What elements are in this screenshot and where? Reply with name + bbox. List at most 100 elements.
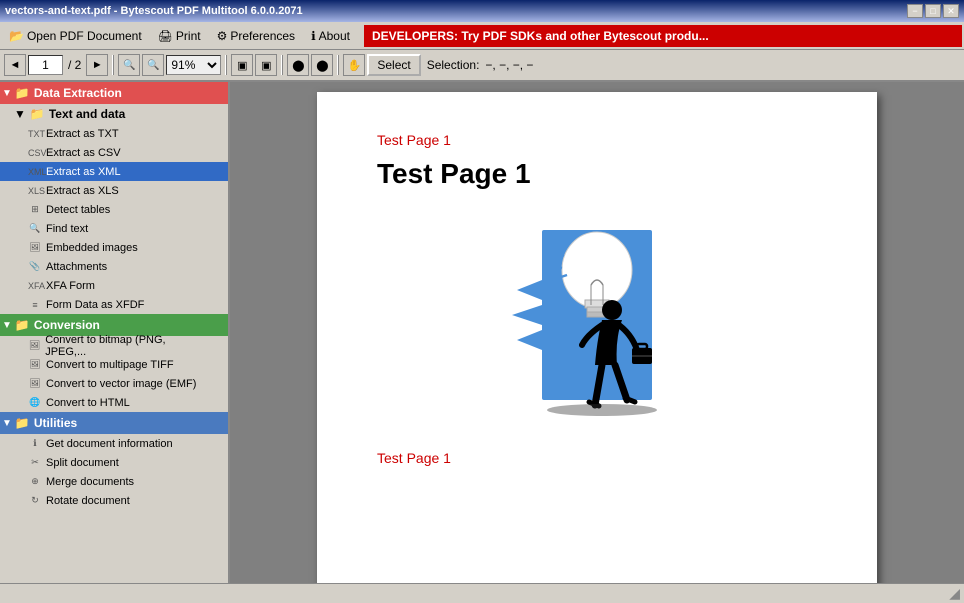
text-and-data-label: Text and data — [49, 107, 125, 121]
attachment-icon: 📎 — [28, 261, 42, 272]
select-button[interactable]: Select — [367, 54, 420, 76]
separator-2 — [225, 55, 227, 75]
separator-4 — [337, 55, 339, 75]
expand-icon-conv: ▼ — [2, 320, 12, 331]
html-icon: 🌐 — [28, 397, 42, 408]
folder-icon-text: 📁 — [30, 107, 45, 121]
txt-icon: TXT — [28, 129, 42, 139]
attachments-label: Attachments — [46, 261, 107, 273]
main-content: ▼ 📁 Data Extraction ▼ 📁 Text and data TX… — [0, 82, 964, 583]
sidebar-item-form-data[interactable]: ≡ Form Data as XFDF — [0, 295, 228, 314]
tiff-icon: 🖼 — [28, 359, 42, 370]
sidebar-item-extract-xml[interactable]: XML Extract as XML — [0, 162, 228, 181]
about-label: About — [319, 29, 350, 43]
window-controls: − □ ✕ — [907, 4, 959, 18]
sidebar-item-convert-tiff[interactable]: 🖼 Convert to multipage TIFF — [0, 355, 228, 374]
sidebar-item-extract-xls[interactable]: XLS Extract as XLS — [0, 181, 228, 200]
xml-icon: XML — [28, 167, 42, 177]
preferences-icon: ⚙ — [217, 29, 228, 43]
print-icon: 🖨 — [158, 29, 173, 43]
about-button[interactable]: ℹ About — [304, 26, 357, 46]
sidebar-item-xfa-form[interactable]: XFA XFA Form — [0, 276, 228, 295]
form-icon: ≡ — [28, 300, 42, 310]
sidebar-item-embedded-images[interactable]: 🖼 Embedded images — [0, 238, 228, 257]
preferences-label: Preferences — [230, 29, 295, 43]
pdf-text-bottom: Test Page 1 — [377, 450, 817, 466]
sidebar-item-convert-bitmap[interactable]: 🖼 Convert to bitmap (PNG, JPEG,... — [0, 336, 228, 355]
bitmap-icon: 🖼 — [28, 340, 41, 351]
double-page-button[interactable]: ▣ — [255, 54, 277, 76]
xfa-form-label: XFA Form — [46, 280, 95, 292]
menu-bar: 📂 Open PDF Document 🖨 Print ⚙ Preference… — [0, 22, 964, 50]
pdf-text-top: Test Page 1 — [377, 132, 817, 148]
data-extraction-header[interactable]: ▼ 📁 Data Extraction — [0, 82, 228, 104]
sidebar-item-find-text[interactable]: 🔍 Find text — [0, 219, 228, 238]
data-extraction-label: Data Extraction — [34, 86, 122, 100]
developer-banner: DEVELOPERS: Try PDF SDKs and other Bytes… — [364, 25, 962, 47]
sidebar-item-detect-tables[interactable]: ⊞ Detect tables — [0, 200, 228, 219]
sidebar-item-split-doc[interactable]: ✂ Split document — [0, 453, 228, 472]
split-icon: ✂ — [28, 457, 42, 468]
form-data-label: Form Data as XFDF — [46, 299, 144, 311]
utilities-header[interactable]: ▼ 📁 Utilities — [0, 412, 228, 434]
text-and-data-section[interactable]: ▼ 📁 Text and data — [0, 104, 228, 124]
split-doc-label: Split document — [46, 457, 119, 469]
print-label: Print — [176, 29, 201, 43]
get-doc-info-label: Get document information — [46, 438, 173, 450]
sidebar-item-extract-txt[interactable]: TXT Extract as TXT — [0, 124, 228, 143]
close-button[interactable]: ✕ — [943, 4, 959, 18]
page-number-input[interactable] — [28, 55, 63, 75]
pdf-viewer[interactable]: Test Page 1 Test Page 1 — [230, 82, 964, 583]
separator-1 — [112, 55, 114, 75]
pdf-page: Test Page 1 Test Page 1 — [317, 92, 877, 583]
open-label: Open PDF Document — [27, 29, 142, 43]
minimize-button[interactable]: − — [907, 4, 923, 18]
sidebar-item-merge-docs[interactable]: ⊕ Merge documents — [0, 472, 228, 491]
zoom-select[interactable]: 91% 75% 100% 125% — [166, 55, 221, 75]
open-icon: 📂 — [9, 29, 24, 43]
selection-value: −, −, −, − — [485, 58, 533, 72]
hand-tool-button[interactable]: ✋ — [343, 54, 365, 76]
sidebar-item-attachments[interactable]: 📎 Attachments — [0, 257, 228, 276]
pdf-figure — [377, 210, 817, 440]
expand-icon-util: ▼ — [2, 418, 12, 429]
extract-xml-label: Extract as XML — [46, 166, 121, 178]
rotate-icon: ↻ — [28, 495, 42, 506]
sidebar-item-rotate-doc[interactable]: ↻ Rotate document — [0, 491, 228, 510]
csv-icon: CSV — [28, 148, 42, 158]
extract-txt-label: Extract as TXT — [46, 128, 119, 140]
sidebar-item-convert-vector[interactable]: 🖼 Convert to vector image (EMF) — [0, 374, 228, 393]
convert-tiff-label: Convert to multipage TIFF — [46, 359, 174, 371]
about-icon: ℹ — [311, 29, 316, 43]
sidebar-item-extract-csv[interactable]: CSV Extract as CSV — [0, 143, 228, 162]
separator-3 — [281, 55, 283, 75]
pdf-illustration — [487, 210, 707, 440]
conversion-label: Conversion — [34, 318, 100, 332]
xfa-icon: XFA — [28, 281, 42, 291]
zoom-in-button[interactable]: 🔍 — [142, 54, 164, 76]
print-button[interactable]: 🖨 Print — [151, 26, 208, 46]
zoom-out-button[interactable]: 🔍 — [118, 54, 140, 76]
vector-icon: 🖼 — [28, 378, 42, 389]
convert-html-label: Convert to HTML — [46, 397, 130, 409]
back-button[interactable]: ◄ — [4, 54, 26, 76]
sidebar-item-convert-html[interactable]: 🌐 Convert to HTML — [0, 393, 228, 412]
open-pdf-button[interactable]: 📂 Open PDF Document — [2, 26, 149, 46]
title-bar: vectors-and-text.pdf - Bytescout PDF Mul… — [0, 0, 964, 22]
toolbar: ◄ / 2 ► 🔍 🔍 91% 75% 100% 125% ▣ ▣ ⬤ ⬤ ✋ … — [0, 50, 964, 82]
table-icon: ⊞ — [28, 204, 42, 215]
status-bar: ◢ — [0, 583, 964, 603]
maximize-button[interactable]: □ — [925, 4, 941, 18]
forward-button[interactable]: ► — [86, 54, 108, 76]
single-page-button[interactable]: ▣ — [231, 54, 253, 76]
folder-icon-data: 📁 — [15, 86, 30, 100]
expand-icon-text: ▼ — [14, 107, 26, 121]
merge-icon: ⊕ — [28, 476, 42, 487]
next-nav-button[interactable]: ⬤ — [311, 54, 333, 76]
prev-nav-button[interactable]: ⬤ — [287, 54, 309, 76]
embedded-images-label: Embedded images — [46, 242, 138, 254]
image-icon: 🖼 — [28, 242, 42, 253]
sidebar-item-get-doc-info[interactable]: ℹ Get document information — [0, 434, 228, 453]
preferences-button[interactable]: ⚙ Preferences — [210, 26, 302, 46]
convert-bitmap-label: Convert to bitmap (PNG, JPEG,... — [45, 334, 200, 358]
